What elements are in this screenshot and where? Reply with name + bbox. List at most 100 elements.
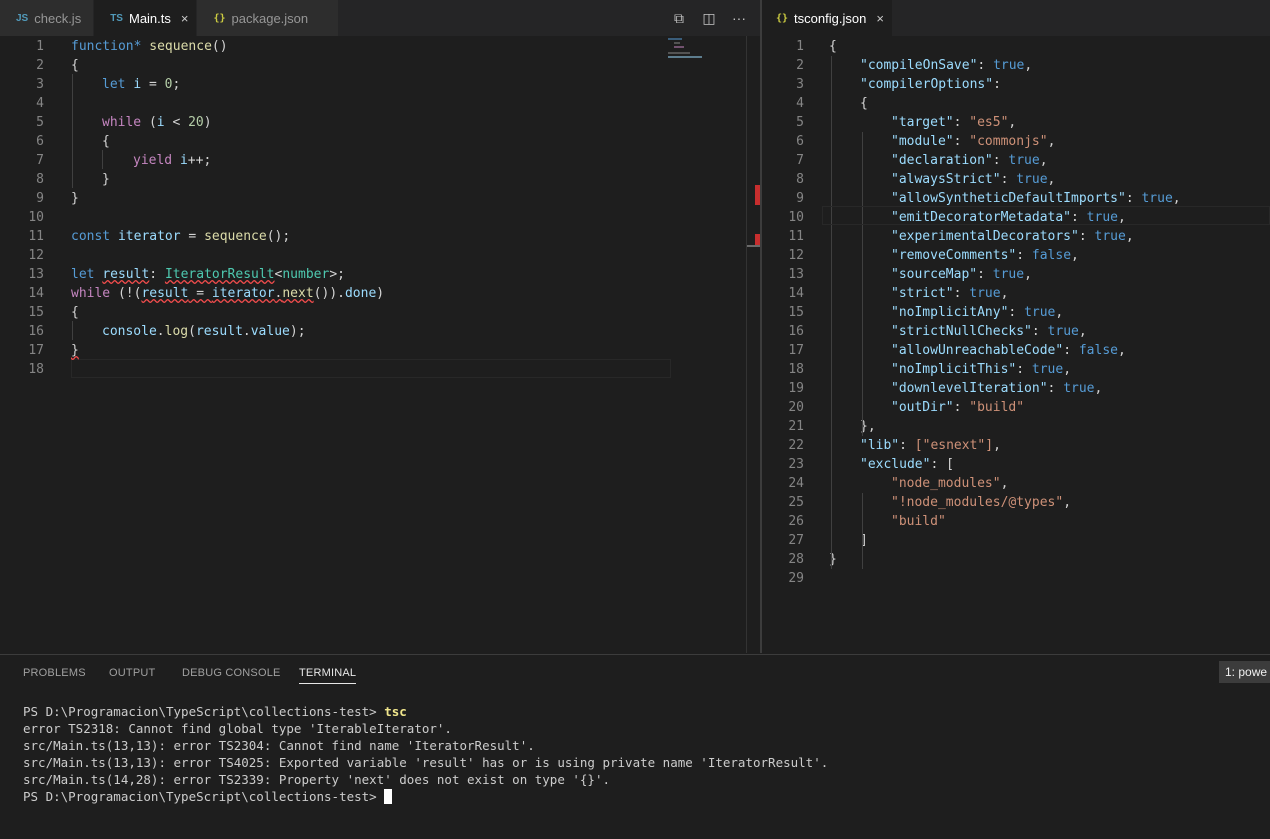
terminal-line: error TS2318: Cannot find global type 'I… — [23, 721, 452, 736]
code-line-14: "strict": true, — [891, 286, 1009, 301]
code-line-26: "build" — [891, 514, 946, 529]
line-number: 13 — [28, 267, 44, 282]
overview-ruler[interactable] — [746, 36, 761, 653]
line-number: 3 — [36, 77, 44, 92]
tab-package-json[interactable]: {} package.json — [197, 0, 340, 36]
line-number: 25 — [788, 495, 804, 510]
line-number: 16 — [788, 324, 804, 339]
line-number: 10 — [788, 210, 804, 225]
code-line-17: } — [71, 343, 79, 358]
open-changes-icon[interactable]: ⧉ — [664, 0, 694, 36]
code-line-22: "lib": ["esnext"], — [860, 438, 1001, 453]
current-line-highlight — [71, 359, 671, 378]
tab-label: check.js — [34, 10, 82, 26]
line-number: 23 — [788, 457, 804, 472]
code-line-25: "!node_modules/@types", — [891, 495, 1072, 510]
code-line-16: console.log(result.value); — [102, 324, 306, 339]
line-number: 10 — [28, 210, 44, 225]
code-line-4: { — [860, 96, 868, 111]
terminal-line: src/Main.ts(13,13): error TS2304: Cannot… — [23, 738, 535, 753]
code-line-12: "removeComments": false, — [891, 248, 1079, 263]
code-line-2: { — [71, 58, 79, 73]
code-line-24: "node_modules", — [891, 476, 1009, 491]
indent-guide — [72, 321, 73, 340]
indent-guide — [862, 132, 863, 436]
code-line-8: "alwaysStrict": true, — [891, 172, 1056, 187]
line-number: 5 — [796, 115, 804, 130]
line-number: 8 — [796, 172, 804, 187]
line-number: 1 — [796, 39, 804, 54]
right-tab-bar: {} tsconfig.json × — [762, 0, 1270, 36]
terminal-line: src/Main.ts(14,28): error TS2339: Proper… — [23, 772, 610, 787]
line-number: 18 — [28, 362, 44, 377]
code-line-7: "declaration": true, — [891, 153, 1048, 168]
code-line-11: "experimentalDecorators": true, — [891, 229, 1134, 244]
terminal-selector[interactable]: 1: powe — [1219, 661, 1270, 683]
code-line-9: } — [71, 191, 79, 206]
line-number: 26 — [788, 514, 804, 529]
terminal-line: src/Main.ts(13,13): error TS4025: Export… — [23, 755, 829, 770]
tab-label: package.json — [231, 10, 309, 26]
close-icon[interactable]: × — [876, 11, 884, 26]
tab-label: Main.ts — [128, 10, 171, 26]
line-number: 9 — [36, 191, 44, 206]
ts-file-icon: TS — [110, 12, 123, 24]
line-number: 14 — [788, 286, 804, 301]
line-number: 6 — [796, 134, 804, 149]
line-number: 5 — [36, 115, 44, 130]
line-number: 14 — [28, 286, 44, 301]
split-editor-icon[interactable]: ◫ — [694, 0, 724, 36]
tab-tsconfig-json[interactable]: {} tsconfig.json × — [762, 0, 893, 36]
code-line-19: "downlevelIteration": true, — [891, 381, 1103, 396]
indent-guide — [831, 56, 832, 569]
terminal-line: PS D:\Programacion\TypeScript\collection… — [23, 788, 393, 805]
line-number: 19 — [788, 381, 804, 396]
line-number: 3 — [796, 77, 804, 92]
tab-label: tsconfig.json — [794, 10, 867, 26]
terminal-cursor — [384, 789, 393, 804]
code-line-3: let i = 0; — [102, 77, 181, 92]
more-actions-icon[interactable]: ··· — [724, 0, 754, 36]
line-number: 2 — [796, 58, 804, 73]
line-number: 8 — [36, 172, 44, 187]
js-file-icon: JS — [16, 12, 29, 24]
line-number: 13 — [788, 267, 804, 282]
json-file-icon: {} — [776, 12, 789, 24]
bottom-panel: PROBLEMS OUTPUT DEBUG CONSOLE TERMINAL P… — [0, 654, 1270, 838]
line-number: 12 — [28, 248, 44, 263]
indent-guide — [72, 74, 73, 188]
editor-tsconfig-json[interactable]: 1 2 3 4 5 6 7 8 9 10 11 12 13 14 15 16 17 18 19 20 21 22 23 24 2… — [762, 36, 1270, 653]
line-number: 4 — [796, 96, 804, 111]
line-number: 6 — [36, 134, 44, 149]
code-line-5: while (i < 20) — [102, 115, 212, 130]
line-number: 7 — [796, 153, 804, 168]
line-number: 29 — [788, 571, 804, 586]
line-number: 11 — [788, 229, 804, 244]
indent-guide — [862, 493, 863, 569]
line-number: 20 — [788, 400, 804, 415]
terminal-line: PS D:\Programacion\TypeScript\collection… — [23, 704, 407, 719]
code-line-8: } — [102, 172, 110, 187]
tab-check-js[interactable]: JS check.js — [0, 0, 95, 36]
code-line-15: { — [71, 305, 79, 320]
code-line-5: "target": "es5", — [891, 115, 1017, 130]
code-line-16: "strictNullChecks": true, — [891, 324, 1087, 339]
line-number: 2 — [36, 58, 44, 73]
code-line-15: "noImplicitAny": true, — [891, 305, 1064, 320]
code-line-6: "module": "commonjs", — [891, 134, 1056, 149]
line-number: 7 — [36, 153, 44, 168]
line-number: 17 — [788, 343, 804, 358]
scrollbar-slider[interactable] — [747, 245, 760, 247]
tab-main-ts[interactable]: TS Main.ts × — [94, 0, 198, 36]
line-number: 22 — [788, 438, 804, 453]
close-icon[interactable]: × — [181, 11, 189, 26]
code-line-13: "sourceMap": true, — [891, 267, 1032, 282]
line-number: 16 — [28, 324, 44, 339]
minimap[interactable] — [668, 36, 716, 76]
terminal-output[interactable]: PS D:\Programacion\TypeScript\collection… — [0, 655, 1270, 839]
line-number: 15 — [788, 305, 804, 320]
code-line-1: { — [829, 39, 837, 54]
editor-main-ts[interactable]: 1 2 3 4 5 6 7 8 9 10 11 12 13 14 15 16 17 18 function* se… — [0, 36, 761, 653]
line-number: 15 — [28, 305, 44, 320]
line-number: 11 — [28, 229, 44, 244]
